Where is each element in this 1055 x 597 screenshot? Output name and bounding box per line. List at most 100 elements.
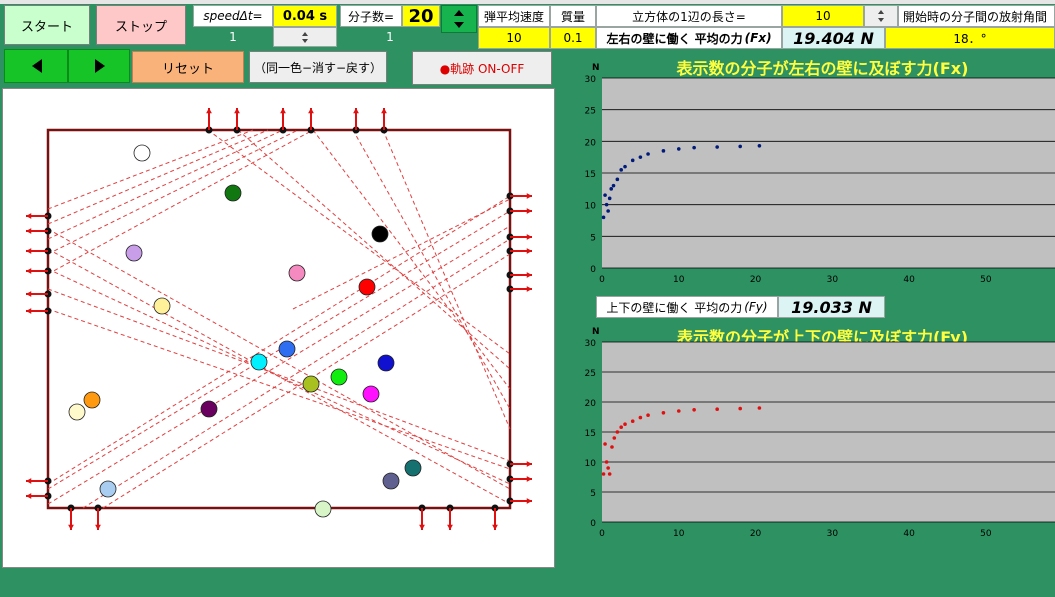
data-point: [604, 202, 609, 207]
angle-label: 開始時の分子間の放射角間: [898, 5, 1055, 27]
fy-label: 上下の壁に働く 平均の力 (Fy): [596, 296, 778, 318]
data-point: [638, 415, 643, 420]
force-arrowhead: [526, 234, 532, 240]
y-tick-label: 5: [590, 489, 596, 499]
data-point: [630, 419, 635, 423]
spin-up-icon: [302, 32, 308, 36]
trajectory-line: [47, 288, 511, 462]
container-box: [46, 128, 512, 510]
y-tick-label: 0: [590, 265, 596, 275]
x-tick-label: 20: [750, 529, 762, 539]
y-tick-label: 25: [585, 369, 596, 379]
data-point: [615, 177, 620, 182]
force-arrowhead: [526, 193, 532, 199]
force-arrowhead: [26, 291, 32, 297]
trajectory-line: [47, 195, 511, 485]
cube-up-icon: [878, 10, 884, 14]
trail-toggle-button[interactable]: ●軌跡 ON-OFF: [412, 51, 552, 85]
next-button[interactable]: [68, 49, 130, 83]
data-point: [738, 406, 743, 411]
molecule: [200, 400, 218, 418]
simulation-canvas: [26, 108, 532, 530]
data-point: [601, 215, 606, 220]
x-tick-label: 0: [599, 529, 605, 539]
y-tick-label: 30: [585, 75, 597, 85]
force-arrowhead: [526, 461, 532, 467]
y-tick-label: 30: [585, 339, 597, 349]
y-tick-label: 5: [590, 233, 596, 243]
molecule-up-icon: [454, 10, 464, 16]
data-point: [646, 413, 650, 417]
force-arrowhead: [206, 108, 212, 114]
fx-chart: 0 5 10 15 20 25 30 0 10 20 30 40 50 N: [575, 58, 1055, 288]
data-point: [612, 436, 617, 440]
force-arrowhead: [26, 213, 32, 219]
x-tick-label: 30: [827, 275, 839, 285]
fy-symbol: (Fy): [744, 300, 768, 314]
force-arrowhead: [381, 108, 387, 114]
data-point: [715, 145, 719, 149]
molecule-spinner[interactable]: [441, 5, 477, 33]
force-arrowhead: [26, 228, 32, 234]
molecule: [278, 340, 296, 358]
data-point: [619, 168, 623, 172]
molecule: [404, 459, 422, 477]
y-tick-label: 15: [585, 429, 596, 439]
data-point: [623, 422, 627, 426]
data-point: [610, 445, 614, 449]
fx-label: 左右の壁に働く 平均の力 (Fx): [596, 27, 782, 49]
force-arrowhead: [26, 478, 32, 484]
data-point: [661, 149, 666, 153]
fx-label-text: 左右の壁に働く 平均の力: [606, 31, 743, 46]
data-point: [757, 406, 762, 410]
data-point: [603, 442, 607, 446]
data-point: [609, 187, 614, 191]
y-tick-label: 20: [585, 399, 597, 409]
y-axis-label: N: [592, 327, 600, 337]
molecule: [362, 385, 380, 403]
fy-label-text: 上下の壁に働く 平均の力: [606, 300, 743, 315]
molecule: [302, 375, 320, 393]
simulation-panel: [2, 88, 555, 568]
x-tick-label: 30: [827, 529, 839, 539]
fy-chart: 0 5 10 15 20 25 30 0 10 20 30 40 50 N: [575, 322, 1055, 542]
molecule: [133, 144, 151, 162]
data-point: [611, 183, 616, 188]
data-point: [638, 155, 643, 159]
molecule: [68, 403, 86, 421]
x-tick-label: 10: [673, 529, 685, 539]
stop-button[interactable]: ストップ: [96, 5, 186, 45]
prev-button[interactable]: [4, 49, 68, 83]
start-button[interactable]: スタート: [4, 5, 90, 45]
speed-spinner[interactable]: [273, 27, 337, 47]
angle-value: 18．°: [885, 27, 1055, 49]
molecule-index: 1: [340, 27, 440, 47]
cube-down-icon: [878, 18, 884, 22]
trajectory-line: [47, 129, 314, 275]
same-color-toggle-button[interactable]: （同一色−消す−戻す）: [249, 51, 387, 83]
force-arrowhead: [26, 308, 32, 314]
cube-spinner[interactable]: [864, 5, 898, 27]
speed-index: 1: [193, 27, 273, 47]
x-tick-label: 40: [903, 529, 915, 539]
molecule-label: 分子数=: [340, 5, 402, 27]
trajectory-line: [382, 129, 511, 430]
trajectory-line: [47, 308, 511, 470]
cube-length-label: 立方体の1辺の長さ=: [596, 5, 782, 27]
molecule: [224, 184, 242, 202]
elastic-speed-value: 10: [478, 27, 550, 49]
x-tick-label: 20: [750, 275, 762, 285]
molecule: [99, 480, 117, 498]
data-point: [607, 196, 612, 201]
mass-label: 質量: [550, 5, 596, 27]
data-point: [676, 409, 681, 413]
trajectory-line: [207, 129, 511, 355]
data-point: [738, 144, 743, 149]
molecule: [83, 391, 101, 409]
elastic-speed-label: 弾平均速度: [478, 5, 550, 27]
force-arrowhead: [26, 268, 32, 274]
data-point: [607, 472, 612, 476]
y-tick-label: 0: [590, 519, 596, 529]
molecule: [125, 244, 143, 262]
reset-button[interactable]: リセット: [132, 51, 244, 83]
